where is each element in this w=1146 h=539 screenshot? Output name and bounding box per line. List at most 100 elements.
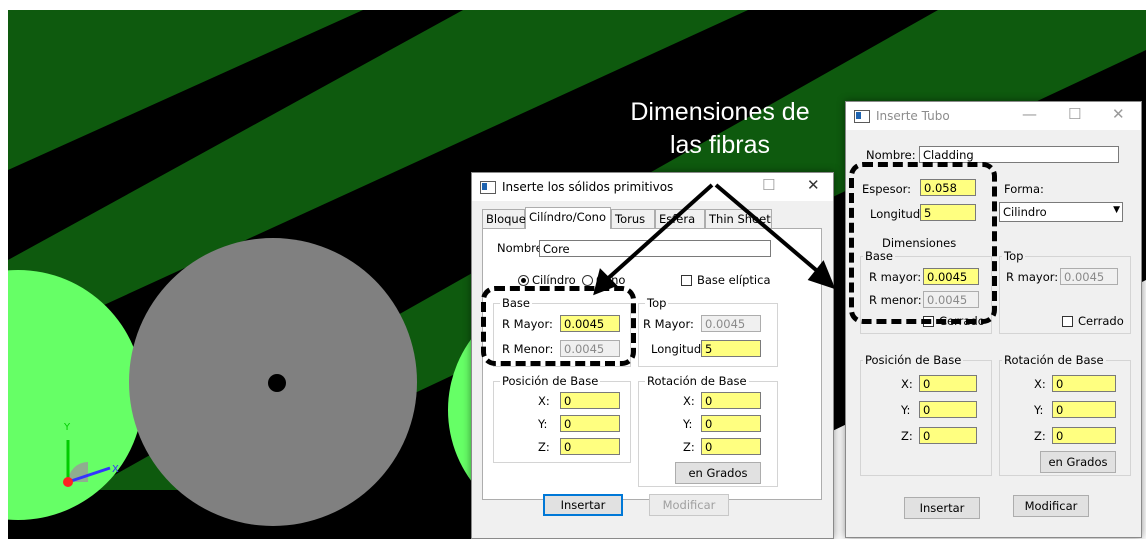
rot-x-label: X:: [683, 394, 695, 408]
modificar-button[interactable]: Modificar: [649, 494, 729, 516]
top-r-mayor-input[interactable]: 0.0045: [1060, 268, 1118, 285]
core-center-dot: [268, 374, 286, 392]
base-r-mayor-input[interactable]: 0.0045: [923, 268, 979, 285]
base-r-menor-input[interactable]: 0.0045: [560, 340, 620, 357]
svg-text:Y: Y: [63, 422, 71, 433]
annotation-line-1: Dimensiones de: [630, 98, 810, 126]
svg-text:X: X: [112, 464, 119, 475]
base-r-mayor-label: R mayor:: [869, 270, 922, 284]
rotacion-base-title: Rotación de Base: [1002, 353, 1106, 367]
dialog-insert-primitives: Inserte los sólidos primitivos ☐ ✕ Bloqu…: [471, 172, 834, 539]
radio-cono-label: Cono: [596, 273, 626, 287]
rotacion-base-group: Rotación de Base X: 0 Y: 0 Z: 0 en Grado…: [999, 353, 1131, 476]
nombre-input[interactable]: Core: [539, 240, 771, 257]
rot-y-input[interactable]: 0: [1052, 401, 1116, 418]
espesor-input[interactable]: 0.058: [920, 179, 976, 196]
pos-y-label: Y:: [901, 403, 911, 417]
modificar-button[interactable]: Modificar: [1013, 495, 1089, 517]
base-group: Base R mayor: 0.0045 R menor: 0.0045 Cer…: [860, 249, 992, 334]
pos-y-label: Y:: [538, 417, 548, 431]
radio-cilindro[interactable]: [518, 275, 529, 286]
top-group: Top R mayor: 0.0045 Cerrado: [999, 249, 1131, 334]
pos-y-input[interactable]: 0: [560, 415, 620, 432]
longitud-label: Longitud: [651, 342, 702, 356]
base-r-menor-input[interactable]: 0.0045: [923, 291, 979, 308]
close-icon[interactable]: ✕: [807, 176, 820, 194]
rot-y-label: Y:: [1034, 403, 1044, 417]
posicion-base-group: Posición de Base X: 0 Y: 0 Z: 0: [860, 353, 992, 476]
posicion-base-title: Posición de Base: [863, 353, 964, 367]
rot-y-label: Y:: [683, 417, 693, 431]
rot-z-input[interactable]: 0: [1052, 427, 1116, 444]
top-group-title: Top: [1002, 249, 1026, 263]
en-grados-button[interactable]: en Grados: [675, 462, 761, 484]
rot-x-label: X:: [1034, 377, 1046, 391]
top-r-mayor-input[interactable]: 0.0045: [701, 315, 761, 332]
tab-bloque[interactable]: Bloque: [482, 209, 526, 228]
rot-z-input[interactable]: 0: [701, 438, 761, 455]
nombre-input[interactable]: Cladding: [919, 146, 1119, 163]
annotation-line-2: las fibras: [669, 131, 771, 159]
window-title: Inserte Tubo: [876, 109, 950, 123]
chevron-down-icon: ▼: [1113, 205, 1120, 215]
pos-y-input[interactable]: 0: [919, 401, 977, 418]
insertar-button[interactable]: Insertar: [904, 497, 980, 519]
forma-select-value: Cilindro: [1003, 205, 1047, 219]
dimensiones-label: Dimensiones: [882, 236, 957, 250]
longitud-label: Longitud: [870, 207, 921, 221]
window-title: Inserte los sólidos primitivos: [502, 180, 674, 194]
top-group-title: Top: [645, 296, 669, 310]
nombre-label: Nombre:: [866, 148, 916, 162]
close-icon[interactable]: ✕: [1112, 105, 1125, 123]
maximize-icon[interactable]: ☐: [762, 176, 775, 194]
radio-cono[interactable]: [582, 275, 593, 286]
pos-x-label: X:: [538, 394, 550, 408]
espesor-label: Espesor:: [862, 182, 912, 196]
base-group: Base R Mayor: 0.0045 R Menor: 0.0045: [493, 296, 631, 367]
minimize-icon[interactable]: —: [1022, 105, 1037, 123]
pos-z-label: Z:: [901, 429, 913, 443]
longitud-input[interactable]: 5: [920, 204, 976, 221]
annotation-text: Dimensiones de las fibras: [592, 96, 848, 162]
titlebar[interactable]: Inserte Tubo — ☐ ✕: [846, 102, 1141, 130]
pos-z-input[interactable]: 0: [560, 438, 620, 455]
tab-panel-cilindro-cono: Nombre: Core Cilíndro Cono Base elíptica…: [482, 228, 822, 500]
top-cerrado-checkbox[interactable]: [1062, 316, 1073, 327]
posicion-base-group: Posición de Base X: 0 Y: 0 Z: 0: [493, 374, 631, 463]
base-r-mayor-input[interactable]: 0.0045: [560, 315, 620, 332]
tab-thin-sheet[interactable]: Thin Sheet: [705, 209, 772, 228]
app-icon: [854, 110, 870, 123]
dialog-insert-tube: Inserte Tubo — ☐ ✕ Nombre: Cladding Espe…: [845, 101, 1142, 538]
base-group-title: Base: [863, 249, 896, 263]
en-grados-button[interactable]: en Grados: [1040, 451, 1116, 473]
rot-z-label: Z:: [1034, 429, 1046, 443]
top-group: Top R Mayor: 0.0045 Longitud 5: [638, 296, 778, 367]
pos-x-input[interactable]: 0: [919, 375, 977, 392]
base-cerrado-label: Cerrado: [939, 314, 985, 328]
insertar-button[interactable]: Insertar: [543, 494, 623, 516]
rot-x-input[interactable]: 0: [1052, 375, 1116, 392]
rot-y-input[interactable]: 0: [701, 415, 761, 432]
tab-esfera[interactable]: Esfera: [655, 209, 705, 228]
top-r-mayor-label: R mayor:: [1006, 270, 1059, 284]
longitud-input[interactable]: 5: [701, 340, 761, 357]
pos-z-input[interactable]: 0: [919, 427, 977, 444]
radio-cilindro-label: Cilíndro: [532, 273, 576, 287]
forma-select[interactable]: Cilindro ▼: [999, 202, 1123, 222]
tab-cilindro-cono[interactable]: Cilíndro/Cono: [525, 207, 611, 229]
maximize-icon[interactable]: ☐: [1068, 105, 1081, 123]
base-r-menor-label: R Menor:: [502, 342, 554, 356]
pos-z-label: Z:: [538, 440, 550, 454]
tab-torus[interactable]: Torus: [611, 209, 655, 228]
base-eliptica-checkbox[interactable]: [681, 275, 692, 286]
top-cerrado-label: Cerrado: [1078, 314, 1124, 328]
pos-x-label: X:: [901, 377, 913, 391]
titlebar[interactable]: Inserte los sólidos primitivos ☐ ✕: [472, 173, 833, 201]
rot-z-label: Z:: [683, 440, 695, 454]
base-cerrado-checkbox[interactable]: [923, 316, 934, 327]
base-eliptica-label: Base elíptica: [697, 273, 771, 287]
app-icon: [480, 181, 496, 194]
rotacion-base-group: Rotación de Base X: 0 Y: 0 Z: 0 en Grado…: [638, 374, 778, 487]
pos-x-input[interactable]: 0: [560, 392, 620, 409]
rot-x-input[interactable]: 0: [701, 392, 761, 409]
